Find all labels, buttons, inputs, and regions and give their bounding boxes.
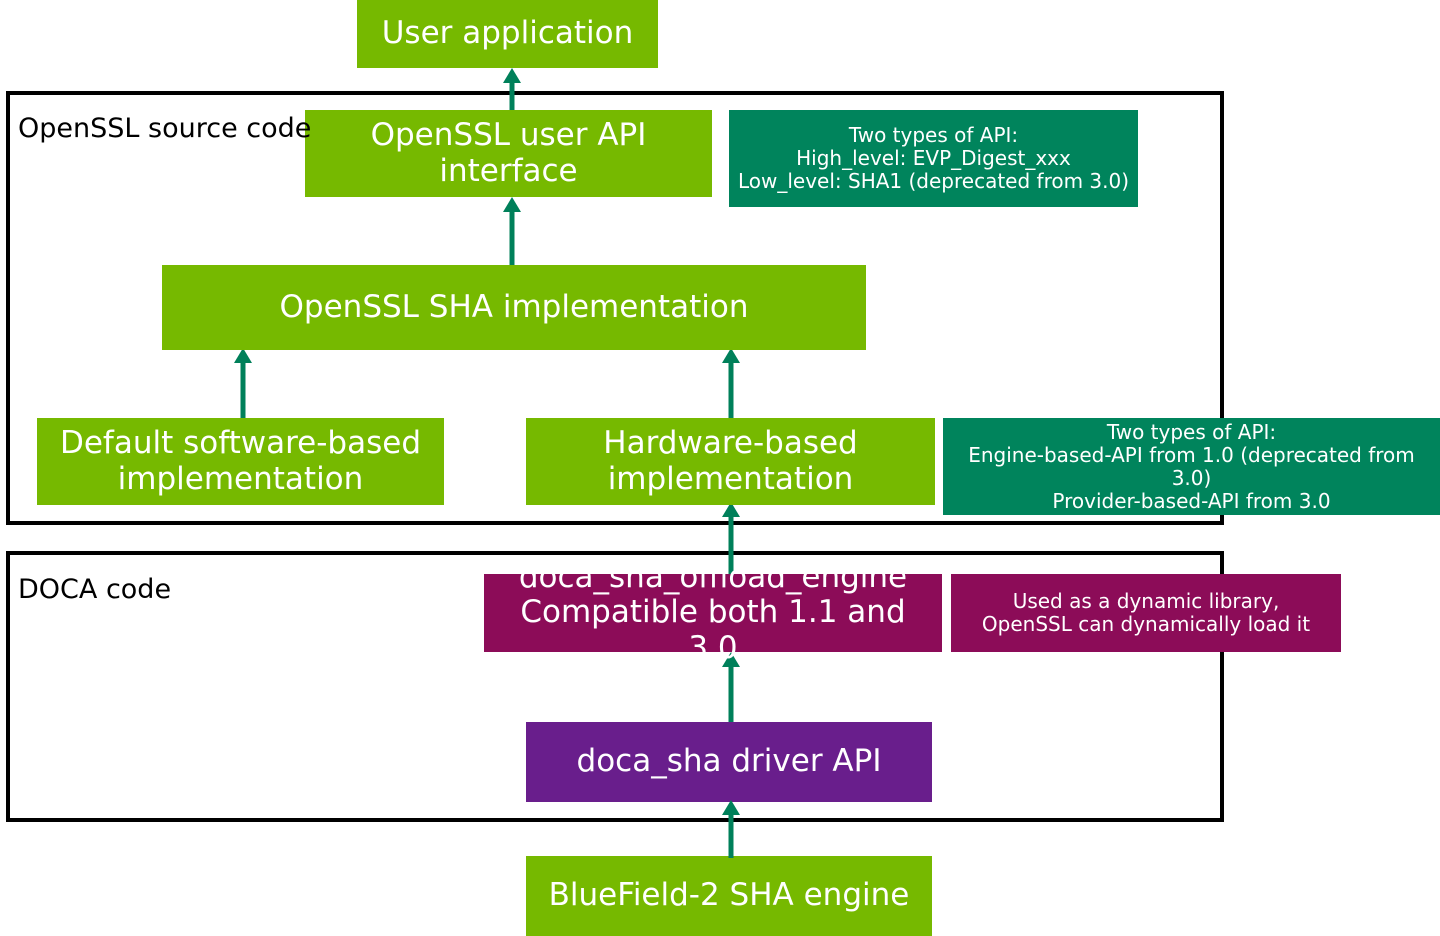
block-doca-sha-offload-engine[interactable]: doca_sha_offload_engine Compatible both … (484, 559, 942, 666)
block-doca-sha-driver-api[interactable]: doca_sha driver API (526, 722, 932, 802)
block-hardware-based-implementation[interactable]: Hardware-based implementation (526, 418, 935, 505)
block-default-software-implementation[interactable]: Default software-based implementation (37, 418, 444, 505)
block-engine-types-note: Two types of API: Engine-based-API from … (943, 418, 1440, 515)
block-dynamic-library-note-label: Used as a dynamic library, OpenSSL can d… (981, 589, 1311, 636)
arrow-shaft (728, 813, 734, 858)
arrow-shaft (240, 361, 246, 420)
block-doca-sha-offload-engine-label: doca_sha_offload_engine Compatible both … (518, 558, 908, 666)
block-engine-types-note-label: Two types of API: Engine-based-API from … (968, 419, 1415, 513)
arrow-shaft (509, 81, 515, 112)
block-doca-sha-driver-api-label: doca_sha driver API (576, 743, 882, 780)
block-default-software-implementation-label: Default software-based implementation (59, 424, 421, 497)
arrow-sha-impl-to-openssl-user-api (503, 197, 521, 271)
arrow-hardware-based-to-sha-impl (722, 348, 740, 420)
block-openssl-user-api-interface[interactable]: OpenSSL user API interface (305, 110, 712, 197)
block-openssl-sha-implementation-label: OpenSSL SHA implementation (279, 288, 749, 325)
block-dynamic-library-note: Used as a dynamic library, OpenSSL can d… (951, 574, 1341, 652)
openssl-source-code-frame-label: OpenSSL source code (18, 113, 312, 144)
block-openssl-user-api-interface-label: OpenSSL user API interface (370, 116, 647, 189)
block-hardware-based-implementation-label: Hardware-based implementation (603, 424, 858, 497)
doca-code-frame-label: DOCA code (18, 574, 172, 605)
arrow-openssl-user-api-to-user-application (503, 68, 521, 112)
block-openssl-sha-implementation[interactable]: OpenSSL SHA implementation (162, 265, 866, 350)
arrow-bluefield-to-driver-api (722, 800, 740, 858)
arrow-shaft (509, 210, 515, 271)
arrow-default-software-to-sha-impl (234, 348, 252, 420)
arrow-shaft (728, 665, 734, 724)
block-user-application-label: User application (381, 15, 634, 52)
block-bluefield-2-sha-engine[interactable]: BlueField-2 SHA engine (526, 856, 932, 936)
block-bluefield-2-sha-engine-label: BlueField-2 SHA engine (548, 877, 910, 914)
block-api-types-note-label: Two types of API: High_level: EVP_Digest… (737, 123, 1130, 193)
block-user-application[interactable]: User application (357, 0, 658, 68)
diagram-canvas: OpenSSL source code DOCA code User appli (0, 0, 1440, 936)
block-api-types-note: Two types of API: High_level: EVP_Digest… (729, 110, 1138, 207)
arrow-shaft (728, 361, 734, 420)
